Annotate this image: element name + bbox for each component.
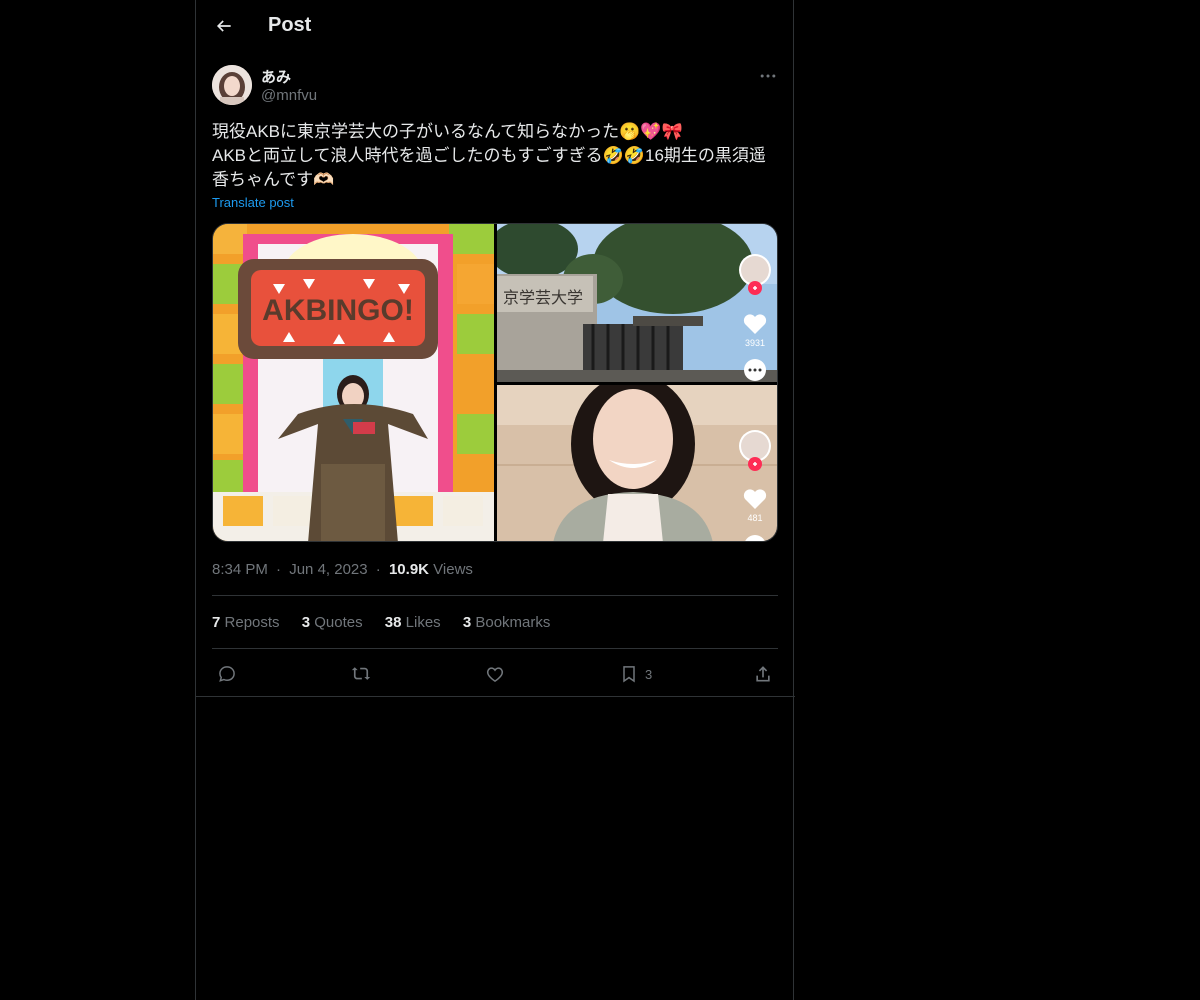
share-button[interactable] <box>753 662 773 686</box>
bottom-right-like-count: 481 <box>747 513 762 523</box>
reply-icon <box>219 666 235 682</box>
reposts-stat[interactable]: 7 Reposts <box>212 614 280 631</box>
quotes-stat[interactable]: 3 Quotes <box>302 614 363 631</box>
divider <box>196 696 795 697</box>
views-label: Views <box>433 561 473 578</box>
post-date[interactable]: Jun 4, 2023 <box>289 561 367 578</box>
meta-separator: · <box>276 561 282 578</box>
post-text-line: 現役AKBに東京学芸大の子がいるなんて知らなかった🫢💖🎀 <box>212 122 683 141</box>
quotes-count: 3 <box>301 614 311 631</box>
reposts-count: 7 <box>212 614 221 631</box>
likes-count: 38 <box>384 614 402 631</box>
bookmarks-stat[interactable]: 3 Bookmarks <box>463 614 551 631</box>
bookmark-count: 3 <box>645 666 653 682</box>
top-bar: Post <box>196 0 795 54</box>
media-grid-images: AKBINGO! 京学芸大学 3931 481 <box>213 224 778 542</box>
avatar[interactable] <box>212 65 252 105</box>
share-icon <box>756 666 770 682</box>
like-button[interactable] <box>485 662 505 686</box>
bookmarks-label: Bookmarks <box>475 614 551 631</box>
top-right-like-count: 3931 <box>745 338 765 348</box>
post-column: Post あみ @mnfvu 現役AKBに東京学芸大の子がいるなんて知らなかった… <box>195 0 795 1000</box>
action-bar: 3 <box>196 656 795 696</box>
views-count: 10.9K <box>388 561 429 578</box>
media-image-bottom-right[interactable]: 481 <box>497 374 778 542</box>
author-display-name[interactable]: あみ <box>261 66 291 87</box>
reposts-label: Reposts <box>224 614 280 631</box>
more-dots-icon <box>760 74 776 78</box>
post-text-line: AKBと両立して浪人時代を過ごしたのもすごすぎる🤣🤣16期生の黒須遥 <box>212 146 766 165</box>
more-options-button[interactable] <box>758 66 778 86</box>
page-title: Post <box>268 14 312 36</box>
media-image-top-right[interactable]: 京学芸大学 3931 <box>488 224 778 382</box>
bookmark-button[interactable]: 3 <box>619 662 652 686</box>
likes-label: Likes <box>405 614 441 631</box>
media-image-left[interactable]: AKBINGO! <box>213 224 494 542</box>
likes-stat[interactable]: 38 Likes <box>385 614 441 631</box>
post-text: 現役AKBに東京学芸大の子がいるなんて知らなかった🫢💖🎀 AKBと両立して浪人時… <box>212 120 778 192</box>
post-stats: 7 Reposts 3 Quotes 38 Likes 3 Bookmarks <box>212 614 568 631</box>
divider <box>212 648 778 649</box>
back-arrow-icon <box>216 20 231 32</box>
reply-button[interactable] <box>217 662 237 686</box>
post-time[interactable]: 8:34 PM <box>212 561 268 578</box>
media-grid: AKBINGO! 京学芸大学 3931 481 <box>212 223 778 542</box>
heart-icon <box>486 667 504 682</box>
author-handle[interactable]: @mnfvu <box>261 87 317 104</box>
repost-button[interactable] <box>351 662 371 686</box>
bookmarks-count: 3 <box>462 614 472 631</box>
meta-separator: · <box>375 561 381 578</box>
post-meta: 8:34 PM · Jun 4, 2023 · 10.9K Views <box>212 561 473 578</box>
translate-post-link[interactable]: Translate post <box>212 195 294 210</box>
back-button[interactable] <box>208 10 240 42</box>
post-text-line: 香ちゃんです🫶🏻 <box>212 170 335 189</box>
repost-icon <box>351 667 371 680</box>
university-sign-text: 京学芸大学 <box>503 288 583 307</box>
divider <box>212 595 778 596</box>
akbingo-logo-text: AKBINGO! <box>262 294 414 327</box>
avatar-image <box>212 65 252 105</box>
bookmark-icon <box>623 666 635 683</box>
quotes-label: Quotes <box>314 614 363 631</box>
